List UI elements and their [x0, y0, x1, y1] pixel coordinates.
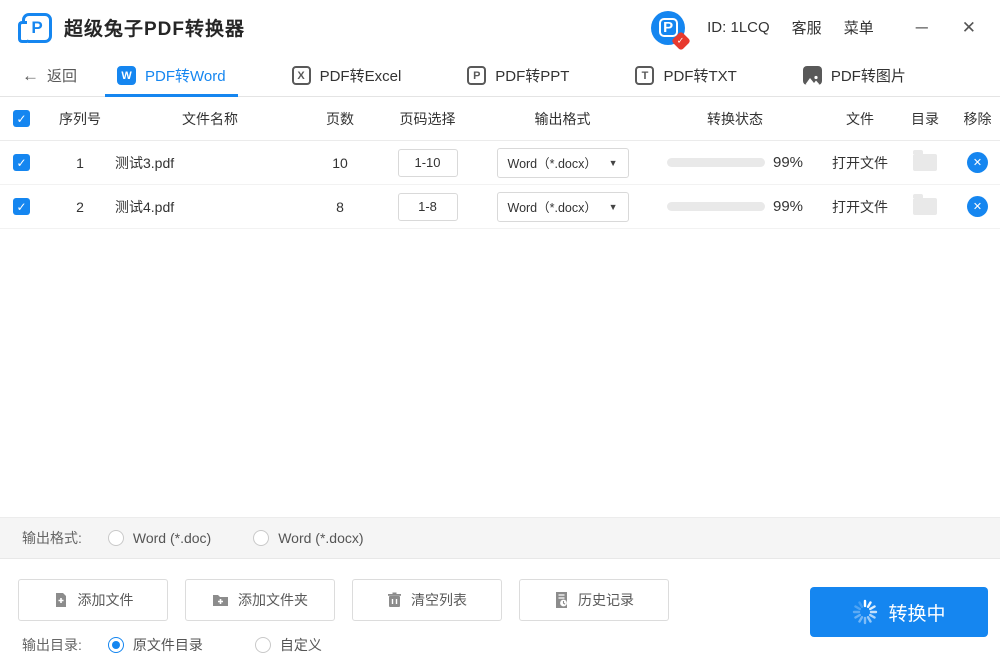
output-format-bar: 输出格式: Word (*.doc) Word (*.docx): [0, 517, 1000, 559]
row-index: 2: [45, 199, 115, 215]
image-icon: [803, 66, 822, 85]
folder-icon[interactable]: [913, 198, 937, 215]
radio-word-docx[interactable]: Word (*.docx): [253, 530, 363, 546]
output-format-dropdown[interactable]: Word（*.docx） ▼: [497, 148, 629, 178]
row-pages: 10: [305, 155, 375, 171]
radio-icon[interactable]: [108, 637, 124, 653]
radio-word-doc[interactable]: Word (*.doc): [108, 530, 211, 546]
user-avatar[interactable]: P ✓: [651, 11, 685, 45]
row-pages: 8: [305, 199, 375, 215]
table-header: ✓ 序列号 文件名称 页数 页码选择 输出格式 转换状态 文件 目录 移除: [0, 97, 1000, 141]
row-filename: 测试4.pdf: [115, 197, 305, 217]
output-dir-bar: 输出目录: 原文件目录 自定义: [22, 635, 322, 655]
output-dir-label: 输出目录:: [22, 635, 82, 655]
header-file: 文件: [825, 109, 895, 129]
radio-icon[interactable]: [108, 530, 124, 546]
history-icon: [554, 592, 569, 608]
spinner-icon: [852, 599, 878, 625]
app-logo-icon: P: [22, 13, 52, 43]
radio-icon[interactable]: [255, 637, 271, 653]
convert-button[interactable]: 转换中: [810, 587, 988, 637]
row-index: 1: [45, 155, 115, 171]
menu-button[interactable]: 菜单: [844, 17, 874, 38]
tab-bar: ← 返回 W PDF转Word X PDF转Excel P PDF转PPT T …: [0, 55, 1000, 97]
file-plus-icon: [53, 592, 69, 608]
excel-icon: X: [292, 66, 311, 85]
open-file-link[interactable]: 打开文件: [832, 153, 888, 173]
header-status: 转换状态: [645, 109, 825, 129]
remove-icon[interactable]: ✕: [967, 196, 988, 217]
tab-pdf-to-ppt[interactable]: P PDF转PPT: [455, 55, 581, 96]
header-directory: 目录: [895, 109, 955, 129]
open-file-link[interactable]: 打开文件: [832, 197, 888, 217]
table-row: ✓ 2 测试4.pdf 8 1-8 Word（*.docx） ▼ 99% 打开文…: [0, 185, 1000, 229]
avatar-logo-icon: P: [659, 18, 678, 37]
folder-plus-icon: [212, 593, 229, 608]
back-arrow-icon: ←: [22, 66, 39, 86]
tab-pdf-to-image[interactable]: PDF转图片: [791, 55, 918, 96]
header-remove: 移除: [955, 109, 1000, 129]
support-link[interactable]: 客服: [792, 17, 822, 38]
output-format-dropdown[interactable]: Word（*.docx） ▼: [497, 192, 629, 222]
page-range-input[interactable]: 1-10: [398, 149, 458, 177]
radio-custom-dir[interactable]: 自定义: [255, 635, 322, 655]
row-filename: 测试3.pdf: [115, 153, 305, 173]
ppt-icon: P: [467, 66, 486, 85]
header-output-format: 输出格式: [480, 109, 645, 129]
history-button[interactable]: 历史记录: [519, 579, 669, 621]
radio-original-dir[interactable]: 原文件目录: [108, 635, 203, 655]
progress-bar: 99%: [667, 198, 803, 215]
app-title: 超级兔子PDF转换器: [64, 14, 245, 41]
remove-icon[interactable]: ✕: [967, 152, 988, 173]
header-index: 序列号: [45, 109, 115, 129]
header-filename: 文件名称: [115, 109, 305, 129]
header-pages: 页数: [305, 109, 375, 129]
word-icon: W: [117, 66, 136, 85]
add-file-button[interactable]: 添加文件: [18, 579, 168, 621]
chevron-down-icon: ▼: [609, 202, 618, 212]
add-folder-button[interactable]: 添加文件夹: [185, 579, 335, 621]
txt-icon: T: [635, 66, 654, 85]
close-button[interactable]: ✕: [956, 16, 982, 40]
empty-area: [0, 229, 1000, 517]
output-format-label: 输出格式:: [22, 528, 82, 548]
action-area: 添加文件 添加文件夹 清空列表 历史记录: [0, 559, 1000, 665]
clear-list-button[interactable]: 清空列表: [352, 579, 502, 621]
trash-icon: [387, 592, 402, 608]
row-checkbox[interactable]: ✓: [13, 154, 30, 171]
header-page-range: 页码选择: [375, 109, 480, 129]
tab-pdf-to-txt[interactable]: T PDF转TXT: [623, 55, 748, 96]
progress-percent: 99%: [773, 154, 803, 171]
progress-percent: 99%: [773, 198, 803, 215]
radio-icon[interactable]: [253, 530, 269, 546]
tab-pdf-to-excel[interactable]: X PDF转Excel: [280, 55, 414, 96]
progress-bar: 99%: [667, 154, 803, 171]
tab-pdf-to-word[interactable]: W PDF转Word: [105, 55, 238, 96]
select-all-checkbox[interactable]: ✓: [13, 110, 30, 127]
back-button[interactable]: ← 返回: [22, 65, 77, 86]
table-row: ✓ 1 测试3.pdf 10 1-10 Word（*.docx） ▼ 99% 打…: [0, 141, 1000, 185]
user-id: ID: 1LCQ: [707, 19, 770, 36]
row-checkbox[interactable]: ✓: [13, 198, 30, 215]
chevron-down-icon: ▼: [609, 158, 618, 168]
title-bar: P 超级兔子PDF转换器 P ✓ ID: 1LCQ 客服 菜单 ─ ✕: [0, 0, 1000, 55]
page-range-input[interactable]: 1-8: [398, 193, 458, 221]
folder-icon[interactable]: [913, 154, 937, 171]
minimize-button[interactable]: ─: [910, 16, 934, 40]
